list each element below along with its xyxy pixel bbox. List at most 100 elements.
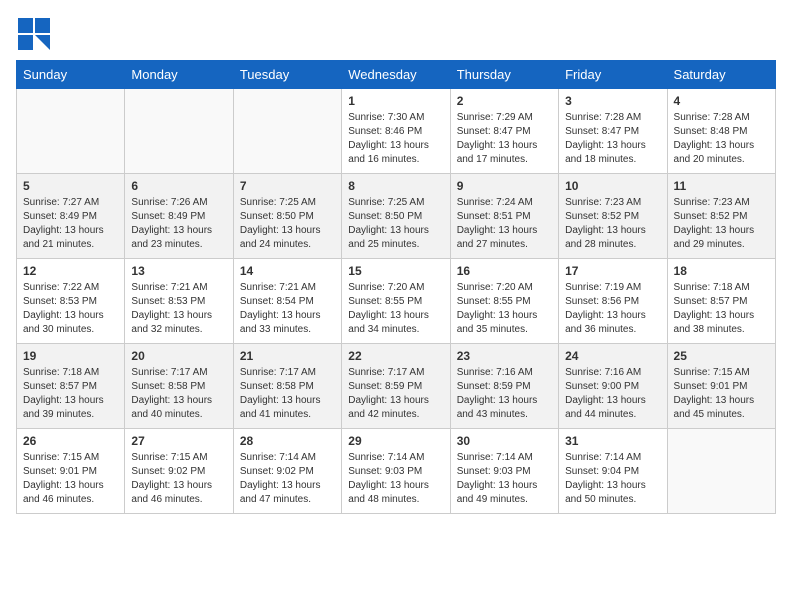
day-info: Sunrise: 7:14 AM Sunset: 9:03 PM Dayligh… [348,451,443,507]
day-number: 11 [674,179,769,193]
day-number: 28 [240,434,335,448]
day-number: 17 [565,264,660,278]
day-number: 14 [240,264,335,278]
day-info: Sunrise: 7:14 AM Sunset: 9:04 PM Dayligh… [565,451,660,507]
day-info: Sunrise: 7:18 AM Sunset: 8:57 PM Dayligh… [674,281,769,337]
day-info: Sunrise: 7:14 AM Sunset: 9:03 PM Dayligh… [457,451,552,507]
calendar-cell: 2 Sunrise: 7:29 AM Sunset: 8:47 PM Daylig… [450,89,558,174]
day-info: Sunrise: 7:23 AM Sunset: 8:52 PM Dayligh… [565,196,660,252]
column-header-thursday: Thursday [450,61,558,89]
logo-icon [16,16,52,52]
day-info: Sunrise: 7:19 AM Sunset: 8:56 PM Dayligh… [565,281,660,337]
calendar-cell: 13 Sunrise: 7:21 AM Sunset: 8:53 PM Dayli… [125,259,233,344]
column-header-friday: Friday [559,61,667,89]
day-number: 2 [457,94,552,108]
day-number: 26 [23,434,118,448]
day-info: Sunrise: 7:28 AM Sunset: 8:47 PM Dayligh… [565,111,660,167]
day-number: 18 [674,264,769,278]
column-header-wednesday: Wednesday [342,61,450,89]
day-number: 25 [674,349,769,363]
calendar-table: SundayMondayTuesdayWednesdayThursdayFrid… [16,60,776,514]
calendar-cell [17,89,125,174]
calendar-week-row: 5Sunrise: 7:27 AM Sunset: 8:49 PM Daylig… [17,174,776,259]
day-number: 22 [348,349,443,363]
day-number: 4 [674,94,769,108]
calendar-cell: 10 Sunrise: 7:23 AM Sunset: 8:52 PM Dayli… [559,174,667,259]
day-info: Sunrise: 7:17 AM Sunset: 8:59 PM Dayligh… [348,366,443,422]
calendar-cell: 7 Sunrise: 7:25 AM Sunset: 8:50 PM Daylig… [233,174,341,259]
calendar-cell: 20 Sunrise: 7:17 AM Sunset: 8:58 PM Dayli… [125,344,233,429]
day-number: 1 [348,94,443,108]
column-header-saturday: Saturday [667,61,775,89]
calendar-cell: 26 Sunrise: 7:15 AM Sunset: 9:01 PM Dayli… [17,429,125,514]
day-number: 19 [23,349,118,363]
calendar-cell: 17 Sunrise: 7:19 AM Sunset: 8:56 PM Dayli… [559,259,667,344]
calendar-cell [233,89,341,174]
day-number: 20 [131,349,226,363]
day-number: 12 [23,264,118,278]
calendar-cell: 12 Sunrise: 7:22 AM Sunset: 8:53 PM Dayli… [17,259,125,344]
day-info: Sunrise: 7:15 AM Sunset: 9:01 PM Dayligh… [674,366,769,422]
calendar-cell: 23 Sunrise: 7:16 AM Sunset: 8:59 PM Dayli… [450,344,558,429]
day-number: 7 [240,179,335,193]
day-info: Sunrise: 7:25 AM Sunset: 8:50 PM Dayligh… [240,196,335,252]
calendar-cell: 19Sunrise: 7:18 AM Sunset: 8:57 PM Dayli… [17,344,125,429]
calendar-cell: 25 Sunrise: 7:15 AM Sunset: 9:01 PM Dayli… [667,344,775,429]
calendar-header-row: SundayMondayTuesdayWednesdayThursdayFrid… [17,61,776,89]
calendar-cell [125,89,233,174]
day-info: Sunrise: 7:14 AM Sunset: 9:02 PM Dayligh… [240,451,335,507]
day-info: Sunrise: 7:22 AM Sunset: 8:53 PM Dayligh… [23,281,118,337]
calendar-cell: 14Sunrise: 7:21 AM Sunset: 8:54 PM Dayli… [233,259,341,344]
calendar-cell: 15Sunrise: 7:20 AM Sunset: 8:55 PM Dayli… [342,259,450,344]
calendar-cell: 22 Sunrise: 7:17 AM Sunset: 8:59 PM Dayli… [342,344,450,429]
day-info: Sunrise: 7:25 AM Sunset: 8:50 PM Dayligh… [348,196,443,252]
day-number: 8 [348,179,443,193]
day-info: Sunrise: 7:15 AM Sunset: 9:02 PM Dayligh… [131,451,226,507]
day-number: 21 [240,349,335,363]
day-info: Sunrise: 7:17 AM Sunset: 8:58 PM Dayligh… [240,366,335,422]
day-number: 24 [565,349,660,363]
day-info: Sunrise: 7:27 AM Sunset: 8:49 PM Dayligh… [23,196,118,252]
calendar-cell: 28 Sunrise: 7:14 AM Sunset: 9:02 PM Dayli… [233,429,341,514]
calendar-cell: 27 Sunrise: 7:15 AM Sunset: 9:02 PM Dayli… [125,429,233,514]
calendar-cell: 9 Sunrise: 7:24 AM Sunset: 8:51 PM Daylig… [450,174,558,259]
calendar-cell: 21 Sunrise: 7:17 AM Sunset: 8:58 PM Dayli… [233,344,341,429]
day-number: 27 [131,434,226,448]
calendar-cell: 5Sunrise: 7:27 AM Sunset: 8:49 PM Daylig… [17,174,125,259]
calendar-cell: 11 Sunrise: 7:23 AM Sunset: 8:52 PM Dayli… [667,174,775,259]
day-info: Sunrise: 7:29 AM Sunset: 8:47 PM Dayligh… [457,111,552,167]
day-number: 10 [565,179,660,193]
day-number: 13 [131,264,226,278]
calendar-cell [667,429,775,514]
day-info: Sunrise: 7:30 AM Sunset: 8:46 PM Dayligh… [348,111,443,167]
day-number: 30 [457,434,552,448]
day-info: Sunrise: 7:26 AM Sunset: 8:49 PM Dayligh… [131,196,226,252]
logo [16,16,56,52]
calendar-cell: 6 Sunrise: 7:26 AM Sunset: 8:49 PM Daylig… [125,174,233,259]
day-info: Sunrise: 7:24 AM Sunset: 8:51 PM Dayligh… [457,196,552,252]
day-number: 31 [565,434,660,448]
calendar-week-row: 26 Sunrise: 7:15 AM Sunset: 9:01 PM Dayli… [17,429,776,514]
calendar-cell: 18 Sunrise: 7:18 AM Sunset: 8:57 PM Dayli… [667,259,775,344]
day-info: Sunrise: 7:21 AM Sunset: 8:53 PM Dayligh… [131,281,226,337]
day-number: 9 [457,179,552,193]
day-info: Sunrise: 7:16 AM Sunset: 9:00 PM Dayligh… [565,366,660,422]
calendar-cell: 24 Sunrise: 7:16 AM Sunset: 9:00 PM Dayli… [559,344,667,429]
calendar-cell: 30 Sunrise: 7:14 AM Sunset: 9:03 PM Dayli… [450,429,558,514]
column-header-sunday: Sunday [17,61,125,89]
calendar-cell: 1 Sunrise: 7:30 AM Sunset: 8:46 PM Daylig… [342,89,450,174]
day-info: Sunrise: 7:20 AM Sunset: 8:55 PM Dayligh… [457,281,552,337]
day-info: Sunrise: 7:23 AM Sunset: 8:52 PM Dayligh… [674,196,769,252]
calendar-week-row: 12 Sunrise: 7:22 AM Sunset: 8:53 PM Dayli… [17,259,776,344]
calendar-week-row: 1 Sunrise: 7:30 AM Sunset: 8:46 PM Daylig… [17,89,776,174]
calendar-cell: 31 Sunrise: 7:14 AM Sunset: 9:04 PM Dayli… [559,429,667,514]
day-info: Sunrise: 7:15 AM Sunset: 9:01 PM Dayligh… [23,451,118,507]
calendar-cell: 16Sunrise: 7:20 AM Sunset: 8:55 PM Dayli… [450,259,558,344]
page-header [16,16,776,52]
column-header-monday: Monday [125,61,233,89]
day-number: 23 [457,349,552,363]
day-number: 6 [131,179,226,193]
calendar-cell: 8 Sunrise: 7:25 AM Sunset: 8:50 PM Daylig… [342,174,450,259]
day-info: Sunrise: 7:16 AM Sunset: 8:59 PM Dayligh… [457,366,552,422]
day-info: Sunrise: 7:17 AM Sunset: 8:58 PM Dayligh… [131,366,226,422]
